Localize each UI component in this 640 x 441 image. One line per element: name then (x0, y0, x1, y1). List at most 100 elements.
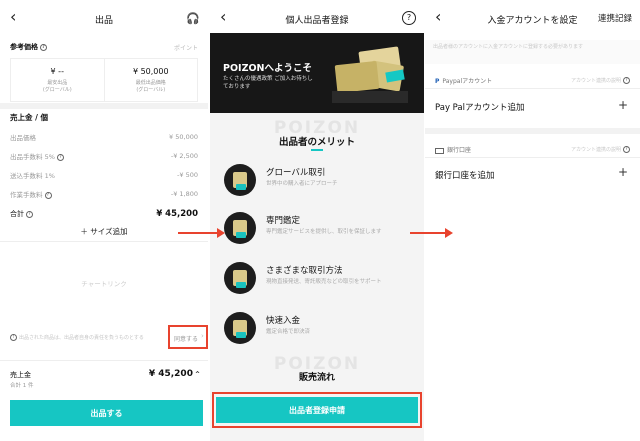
merit-desc: 現物直接発送、寄託販売などの取引をサポート (266, 279, 382, 285)
headset-icon[interactable]: 🎧 (186, 12, 200, 25)
info-icon[interactable]: ? (56, 153, 64, 161)
fee-row-label: 出品価格 (10, 134, 36, 142)
merit-title: グローバル取引 (266, 168, 326, 178)
screenshot-stage: ‹ 出品 🎧 参考価格? ポイント ¥ -- 最安出品 (グローバル) ¥ 50… (0, 0, 640, 441)
plus-icon: + (617, 165, 628, 179)
merit-desc: 専門鑑定サービスを提供し、取引を保証します (266, 229, 382, 235)
info-icon[interactable]: ? (26, 210, 33, 218)
merit-item: さまざまな取引方法 現物直接発送、寄託販売などの取引をサポート (224, 260, 419, 300)
ref-price-card: ¥ -- 最安出品 (グローバル) ¥ 50,000 最低出品価格 (グローバル… (10, 58, 198, 102)
add-bank-row[interactable]: 銀行口座を追加 + (425, 157, 640, 191)
ref-price-link[interactable]: ポイント (174, 43, 198, 52)
add-paypal-label: Pay Palアカウント追加 (435, 103, 525, 113)
paypal-icon: P (435, 78, 440, 85)
min-price-subcaption: (グローバル) (136, 87, 166, 93)
min-listing-price: ¥ 50,000 (132, 67, 169, 76)
fee-row-label: 出品手数料 5%? (10, 151, 64, 161)
listing-screen: ‹ 出品 🎧 参考価格? ポイント ¥ -- 最安出品 (グローバル) ¥ 50… (0, 0, 208, 441)
merit-desc: 世界中の購入者にアプローチ (266, 181, 338, 187)
section-divider (425, 128, 640, 134)
fee-row-value: ¥ 50,000 (169, 133, 198, 141)
fee-row: 作業手数料? -¥ 1,800 (0, 189, 208, 199)
back-arrow-icon[interactable]: ‹ (10, 9, 16, 25)
merit-item: 専門鑑定 専門鑑定サービスを提供し、取引を保証します (224, 210, 419, 250)
chevron-up-icon[interactable]: ^ (195, 371, 200, 378)
info-icon[interactable]: ? (623, 77, 630, 84)
banner-text: たくさんの優遇政策 ご加入お待ちしております (223, 76, 313, 90)
info-icon: ! (10, 334, 17, 341)
submit-listing-button[interactable]: 出品する (10, 400, 203, 426)
footer-count: 合計 1 件 (10, 383, 34, 389)
total-value: ¥ 45,200 (156, 209, 198, 219)
add-size-button[interactable]: ＋ サイズ追加 (0, 226, 208, 237)
footer-label: 売上金 (10, 371, 31, 379)
min-price-caption: 最低出品価格 (135, 80, 166, 86)
fee-row-value: -¥ 500 (177, 171, 198, 179)
notice-banner: 出品者様のアカウントに入金アカウントに登録する必要があります (425, 40, 640, 64)
lowest-listing-subcaption: (グローバル) (42, 87, 72, 93)
help-icon[interactable]: ? (402, 11, 416, 25)
paypal-info-link[interactable]: アカウント連携の説明? (571, 77, 630, 84)
listing-header: ‹ 出品 🎧 (0, 0, 208, 38)
chart-link[interactable]: チャートリンク (0, 278, 208, 288)
merits-title: 出品者のメリット (278, 137, 355, 148)
ref-price-label: 参考価格? (10, 42, 47, 52)
authentication-icon (224, 212, 256, 244)
lowest-listing-caption: 最安出品 (47, 80, 68, 86)
total-label: 合計? (10, 209, 33, 219)
highlight-box (168, 325, 208, 349)
info-icon[interactable]: ? (40, 43, 47, 51)
sales-flow-title: 販売流れ (298, 373, 335, 383)
back-arrow-icon[interactable]: ‹ (220, 9, 226, 25)
paypal-section-label: P Paypalアカウント (435, 78, 493, 85)
seller-registration-screen: ‹ 個人出品者登録 ? POIZONへようこそ たくさんの優遇政策 ご加入お待ち… (210, 0, 424, 441)
merit-title: 専門鑑定 (266, 216, 301, 226)
merit-desc: 鑑定合格で即決済 (266, 329, 311, 335)
min-price-block: ¥ 50,000 最低出品価格 (グローバル) (105, 59, 198, 101)
merit-title: 快速入金 (266, 316, 301, 326)
fee-row-label: 送込手数料 1% (10, 172, 55, 180)
payout-account-screen: ‹ 入金アカウントを設定 連携記録 出品者様のアカウントに入金アカウントに登録す… (425, 0, 640, 441)
merit-item: グローバル取引 世界中の購入者にアプローチ (224, 162, 419, 202)
plus-icon: + (617, 98, 628, 112)
card-stack-illustration (332, 46, 414, 107)
banner-title: POIZONへようこそ (223, 63, 312, 74)
fast-payment-icon (224, 312, 256, 344)
lowest-listing-block: ¥ -- 最安出品 (グローバル) (11, 59, 105, 101)
bank-card-icon (435, 147, 444, 154)
flow-arrow-icon (178, 228, 225, 238)
notice-text: ! 出品された商品は、出品者自身の責任を負うものとする (10, 334, 160, 342)
add-bank-label: 銀行口座を追加 (435, 171, 495, 181)
fee-row: 送込手数料 1% -¥ 500 (0, 170, 208, 180)
fee-row: 出品手数料 5%? -¥ 2,500 (0, 151, 208, 161)
divider-line (0, 241, 208, 242)
bank-section-label: 銀行口座 (435, 145, 471, 154)
back-arrow-icon[interactable]: ‹ (435, 9, 441, 25)
lowest-listing-price: ¥ -- (50, 67, 64, 76)
title-underline (311, 149, 323, 151)
page-title: 個人出品者登録 (285, 15, 349, 26)
page-title: 入金アカウントを設定 (487, 15, 578, 26)
welcome-banner: POIZONへようこそ たくさんの優遇政策 ご加入お待ちしております (210, 33, 424, 113)
footer-total[interactable]: ¥ 45,200 ^ (149, 369, 200, 379)
total-row: 合計? ¥ 45,200 (0, 209, 208, 219)
merit-item: 快速入金 鑑定合格で即決済 (224, 310, 419, 350)
add-paypal-row[interactable]: Pay Palアカウント追加 + (425, 88, 640, 122)
divider-line (0, 360, 208, 361)
flow-arrow-icon (410, 228, 453, 238)
fee-row: 出品価格 ¥ 50,000 (0, 132, 208, 142)
fee-row-label: 作業手数料? (10, 189, 52, 199)
info-icon[interactable]: ? (623, 146, 630, 153)
trade-methods-icon (224, 262, 256, 294)
sales-section-title: 売上金 / 個 (10, 113, 48, 122)
bank-info-link[interactable]: アカウント連携の説明? (571, 146, 630, 153)
payout-header: ‹ 入金アカウントを設定 連携記録 (425, 0, 640, 38)
history-link[interactable]: 連携記録 (598, 12, 632, 24)
fee-row-value: -¥ 2,500 (170, 152, 198, 160)
fee-row-value: -¥ 1,800 (170, 190, 198, 198)
globe-icon (224, 164, 256, 196)
page-title: 出品 (94, 15, 113, 26)
info-icon[interactable]: ? (44, 191, 52, 199)
highlight-box (212, 392, 422, 428)
merit-title: さまざまな取引方法 (266, 266, 343, 276)
